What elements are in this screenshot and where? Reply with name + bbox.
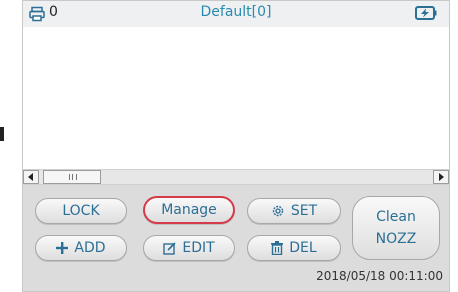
add-button-label: ADD (74, 240, 106, 256)
datetime-display: 2018/05/18 00:11:00 (316, 269, 443, 283)
edit-icon (163, 241, 176, 255)
side-marker (0, 127, 4, 141)
scroll-right-button[interactable] (433, 170, 449, 184)
clean-button-line2: NOZZ (375, 231, 417, 247)
arrow-left-icon (28, 173, 33, 181)
delete-button[interactable]: DEL (247, 235, 341, 261)
grip-icon (69, 174, 77, 180)
lock-button[interactable]: LOCK (35, 198, 127, 224)
set-button[interactable]: SET (247, 198, 341, 224)
message-list-area[interactable] (23, 27, 449, 169)
printer-screen: 0 Default[0] LOCK Manage SET ADD EDIT DE… (22, 0, 450, 292)
clean-nozzle-button[interactable]: Clean NOZZ (352, 196, 440, 260)
plus-icon (56, 242, 69, 254)
horizontal-scrollbar[interactable] (23, 169, 449, 185)
add-button[interactable]: ADD (35, 235, 127, 261)
arrow-right-icon (439, 173, 444, 181)
status-bar: 0 Default[0] (23, 1, 449, 27)
manage-button-label: Manage (161, 202, 217, 218)
manage-button[interactable]: Manage (143, 196, 235, 224)
delete-button-label: DEL (289, 240, 317, 256)
gear-icon (271, 204, 285, 218)
set-button-label: SET (290, 203, 318, 219)
edit-button[interactable]: EDIT (143, 235, 235, 261)
battery-charging-icon (415, 6, 437, 20)
clean-button-line1: Clean (376, 209, 416, 225)
trash-icon (271, 241, 284, 255)
lock-button-label: LOCK (62, 203, 100, 219)
edit-button-label: EDIT (182, 240, 215, 256)
scrollbar-thumb[interactable] (43, 170, 101, 184)
scroll-left-button[interactable] (23, 170, 39, 184)
page-title: Default[0] (200, 4, 272, 20)
